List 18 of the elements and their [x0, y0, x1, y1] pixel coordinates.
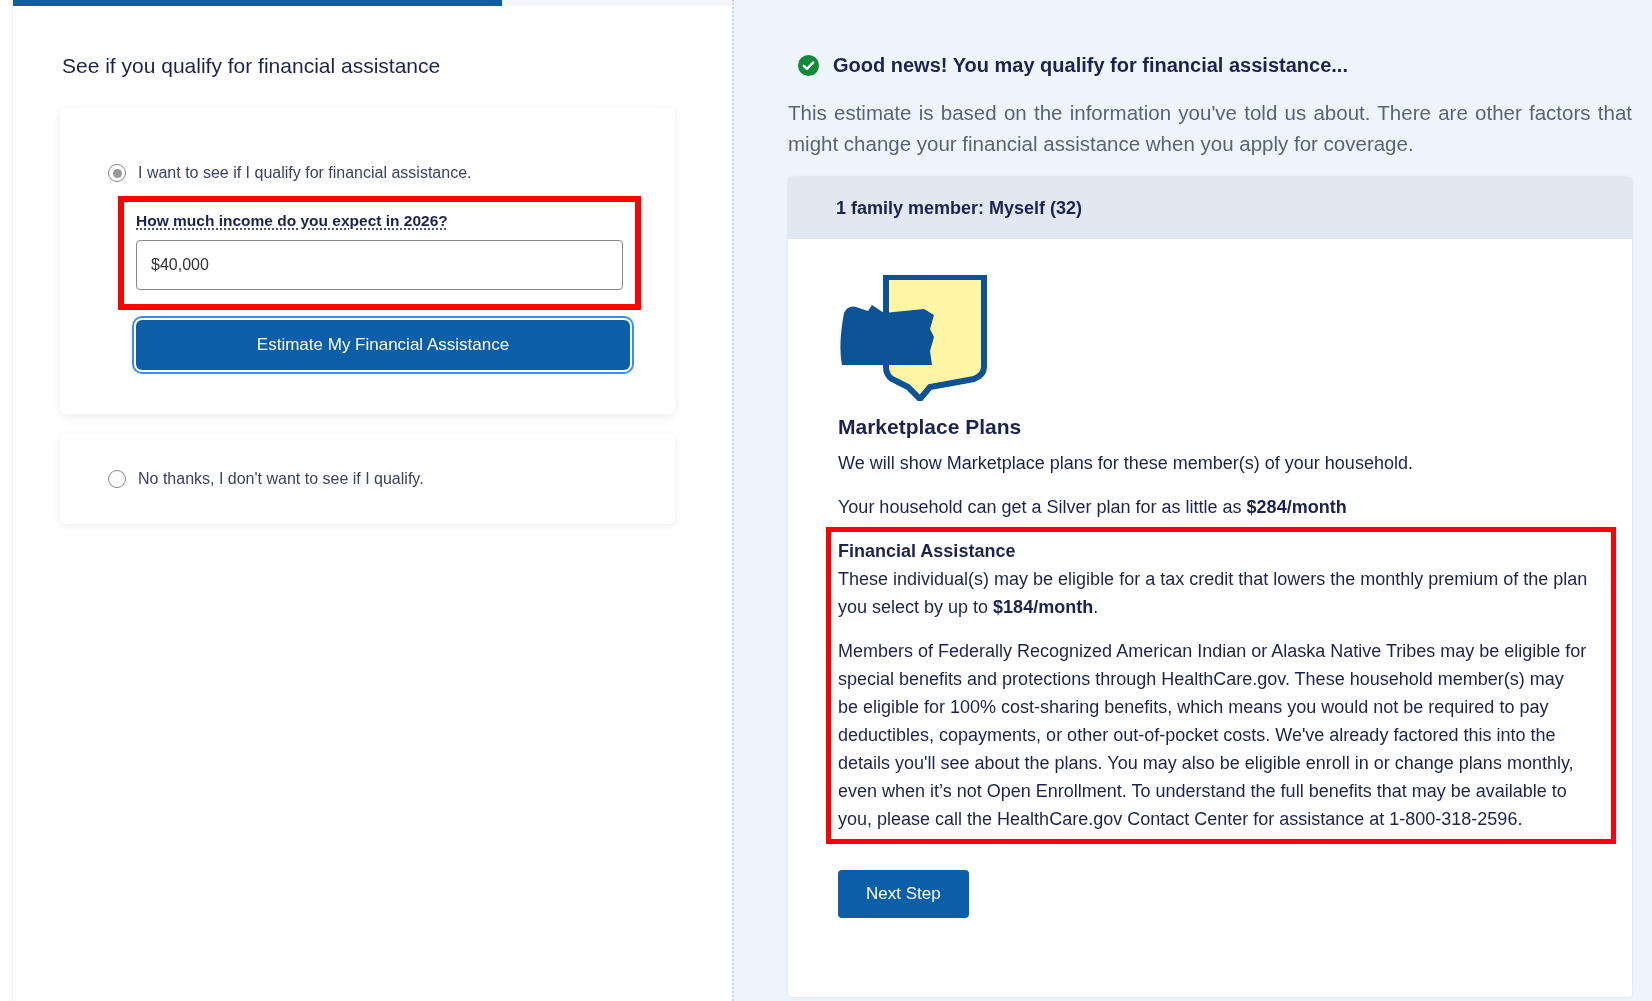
result-heading: Good news! You may qualify for financial assistance...	[833, 54, 1348, 77]
plans-title: Marketplace Plans	[838, 415, 1023, 439]
plans-text: We will show Marketplace plans for these member(s) of your household.	[838, 452, 1414, 475]
radio-button[interactable]	[108, 470, 126, 488]
price-text: Your household can get a Silver plan for as little as $284/month	[838, 496, 1348, 519]
check-icon	[798, 55, 819, 76]
next-step-button[interactable]: Next Step	[838, 870, 969, 918]
assistance-title: Financial Assistance	[838, 540, 1017, 563]
radio-label: I want to see if I qualify for financial assistance.	[138, 164, 472, 182]
intro-text: This estimate is based on the information you've told us about. There are other factors that might change your financial assistance when you apply for coverage.	[788, 100, 1632, 157]
assistance-text: These individual(s) may be eligible for a tax credit that lowers the monthly premium of the plan you select by up to $184/month.	[838, 568, 1588, 619]
radio-button[interactable]	[108, 164, 126, 182]
tribes-text: Members of Federally Recognized American Indian or Alaska Native Tribes may be eligible for special benefits and protections through HealthCare.gov. These household member(s) may be eligible for 100% cost-sharing benefits, which means you would not be required to pay deductibles, copayments, or other out-of-pocket costs. We've already factored this into the details you'll see about the plans. You may also be eligible enroll in or change plans monthly, even when it’s not Open Enrollment. To understand the full benefits that may be available to you, please call the HealthCare.gov Contact Center for assistance at 1-800-318-2596.	[838, 640, 1588, 831]
radio-label: No thanks, I don't want to see if I qualify.	[138, 470, 424, 488]
section-title: See if you qualify for financial assistance	[62, 54, 442, 78]
income-field[interactable]: $40,000	[136, 240, 623, 290]
income-question: How much income do you expect in 2026?	[136, 212, 448, 230]
family-member-label: 1 family member: Myself (32)	[836, 197, 1083, 219]
